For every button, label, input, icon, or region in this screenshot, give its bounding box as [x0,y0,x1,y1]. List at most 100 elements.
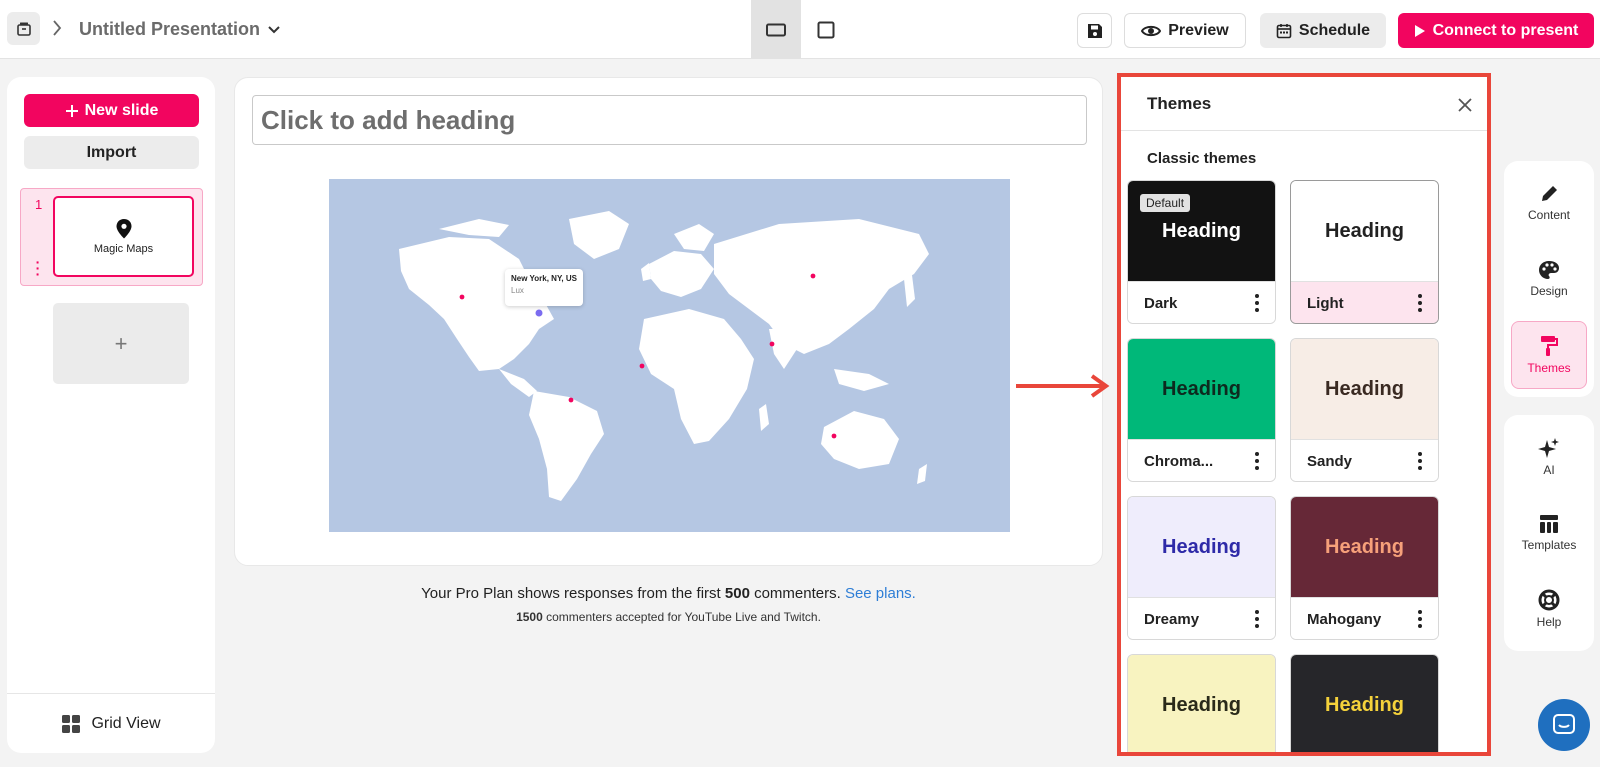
theme-footer: Chroma... [1128,439,1275,481]
theme-preview: Heading [1291,497,1438,597]
theme-card[interactable]: Heading [1290,654,1439,756]
slide-thumbnail[interactable]: Magic Maps [53,196,194,277]
rail-ai-button[interactable]: AI [1511,423,1587,491]
save-button[interactable] [1077,13,1112,48]
home-button[interactable] [7,12,40,45]
close-icon[interactable] [1457,97,1473,113]
theme-preview: Heading [1128,655,1275,752]
theme-card[interactable]: Heading Dreamy [1127,496,1276,640]
classic-themes-label: Classic themes [1147,150,1257,167]
schedule-button[interactable]: Schedule [1260,13,1386,48]
map-tooltip: New York, NY, US Lux [505,269,583,306]
theme-name: Dark [1144,295,1178,312]
tooltip-title: New York, NY, US [511,274,577,283]
more-options-icon[interactable] [1255,610,1259,628]
grid-view-label: Grid View [91,714,161,732]
themes-panel: Themes Classic themes Heading Default Dark… [1117,73,1491,756]
theme-footer [1291,755,1438,756]
commenters-note: 1500 commenters accepted for YouTube Liv… [234,610,1103,624]
pencil-icon [1542,186,1557,201]
rail-themes-label: Themes [1527,361,1571,375]
chat-support-button[interactable] [1538,699,1590,751]
lifebuoy-icon [1538,589,1560,611]
templates-icon [1540,515,1558,533]
heading-input[interactable] [252,95,1087,145]
theme-heading: Heading [1325,219,1404,242]
paint-roller-icon [1541,336,1558,356]
more-options-icon[interactable] [1255,294,1259,312]
import-button[interactable]: Import [24,136,199,169]
themes-title: Themes [1147,94,1212,113]
theme-footer: Mahogany [1291,597,1438,639]
annotation-arrow [1016,374,1110,398]
theme-card[interactable]: Heading [1127,654,1276,756]
add-slide-button[interactable]: + [53,303,189,384]
world-map[interactable]: New York, NY, US Lux [329,179,1010,532]
theme-heading: Heading [1162,693,1241,716]
slide-menu-icon[interactable]: · · · [35,255,41,281]
theme-footer [1128,755,1275,756]
schedule-label: Schedule [1298,21,1371,39]
preview-label: Preview [1168,21,1229,39]
map-pin-icon [116,218,131,238]
pro-plan-note: Your Pro Plan shows responses from the f… [234,585,1103,602]
chevron-right-icon [52,20,62,39]
see-plans-link[interactable]: See plans. [845,585,916,602]
theme-card[interactable]: Heading Light [1290,180,1439,324]
preview-button[interactable]: Preview [1124,13,1246,48]
rail-themes-button[interactable]: Themes [1511,321,1587,389]
square-icon [817,21,835,38]
theme-preview: Heading [1291,181,1438,281]
commenters-text: commenters accepted for YouTube Live and… [542,610,821,624]
theme-heading: Heading [1162,535,1241,558]
themes-header: Themes [1121,77,1487,131]
presentation-title: Untitled Presentation [79,19,261,39]
rail-templates-label: Templates [1521,538,1577,552]
tooltip-subtitle: Lux [511,286,524,295]
archive-icon [16,22,31,36]
right-rail-top: Content Design Themes [1504,161,1594,397]
theme-card[interactable]: Heading Chroma... [1127,338,1276,482]
theme-preview: Heading [1128,497,1275,597]
more-options-icon[interactable] [1418,610,1422,628]
theme-preview: Heading [1128,339,1275,439]
connect-to-present-button[interactable]: Connect to present [1398,13,1594,48]
chevron-down-icon [268,25,280,33]
rail-ai-label: AI [1543,463,1555,477]
theme-name: Dreamy [1144,611,1200,628]
new-slide-label: New slide [84,101,159,119]
theme-preview: Heading [1291,339,1438,439]
rail-help-button[interactable]: Help [1511,575,1587,643]
square-view-button[interactable] [801,0,851,59]
slide-title: Magic Maps [93,242,154,255]
rail-content-button[interactable]: Content [1511,169,1587,237]
theme-name: Light [1307,295,1344,312]
more-options-icon[interactable] [1418,294,1422,312]
rail-templates-button[interactable]: Templates [1511,499,1587,567]
more-options-icon[interactable] [1255,452,1259,470]
theme-heading: Heading [1325,535,1404,558]
theme-preview: Heading [1291,655,1438,752]
theme-name: Sandy [1307,453,1353,470]
presentation-title-dropdown[interactable]: Untitled Presentation [79,19,280,40]
rail-design-label: Design [1530,284,1568,298]
right-rail-bottom: AI Templates Help [1504,415,1594,651]
floppy-disk-icon [1087,23,1102,38]
theme-card[interactable]: Heading Default Dark [1127,180,1276,324]
slide-item[interactable]: 1 · · · Magic Maps [20,188,203,286]
rail-design-button[interactable]: Design [1511,245,1587,313]
pro-note-prefix: Your Pro Plan shows responses from the f… [421,585,725,602]
landscape-icon [766,23,786,36]
palette-icon [1539,261,1559,279]
new-slide-button[interactable]: New slide [24,94,199,127]
grid-view-button[interactable]: Grid View [7,693,215,753]
theme-card[interactable]: Heading Sandy [1290,338,1439,482]
grid-icon [62,714,81,733]
more-options-icon[interactable] [1418,452,1422,470]
default-badge: Default [1140,194,1191,212]
theme-card[interactable]: Heading Mahogany [1290,496,1439,640]
landscape-view-button[interactable] [751,0,801,59]
slide-canvas: New York, NY, US Lux [234,77,1103,566]
theme-heading: Heading [1325,693,1404,716]
pro-note-suffix: commenters. [749,585,845,602]
